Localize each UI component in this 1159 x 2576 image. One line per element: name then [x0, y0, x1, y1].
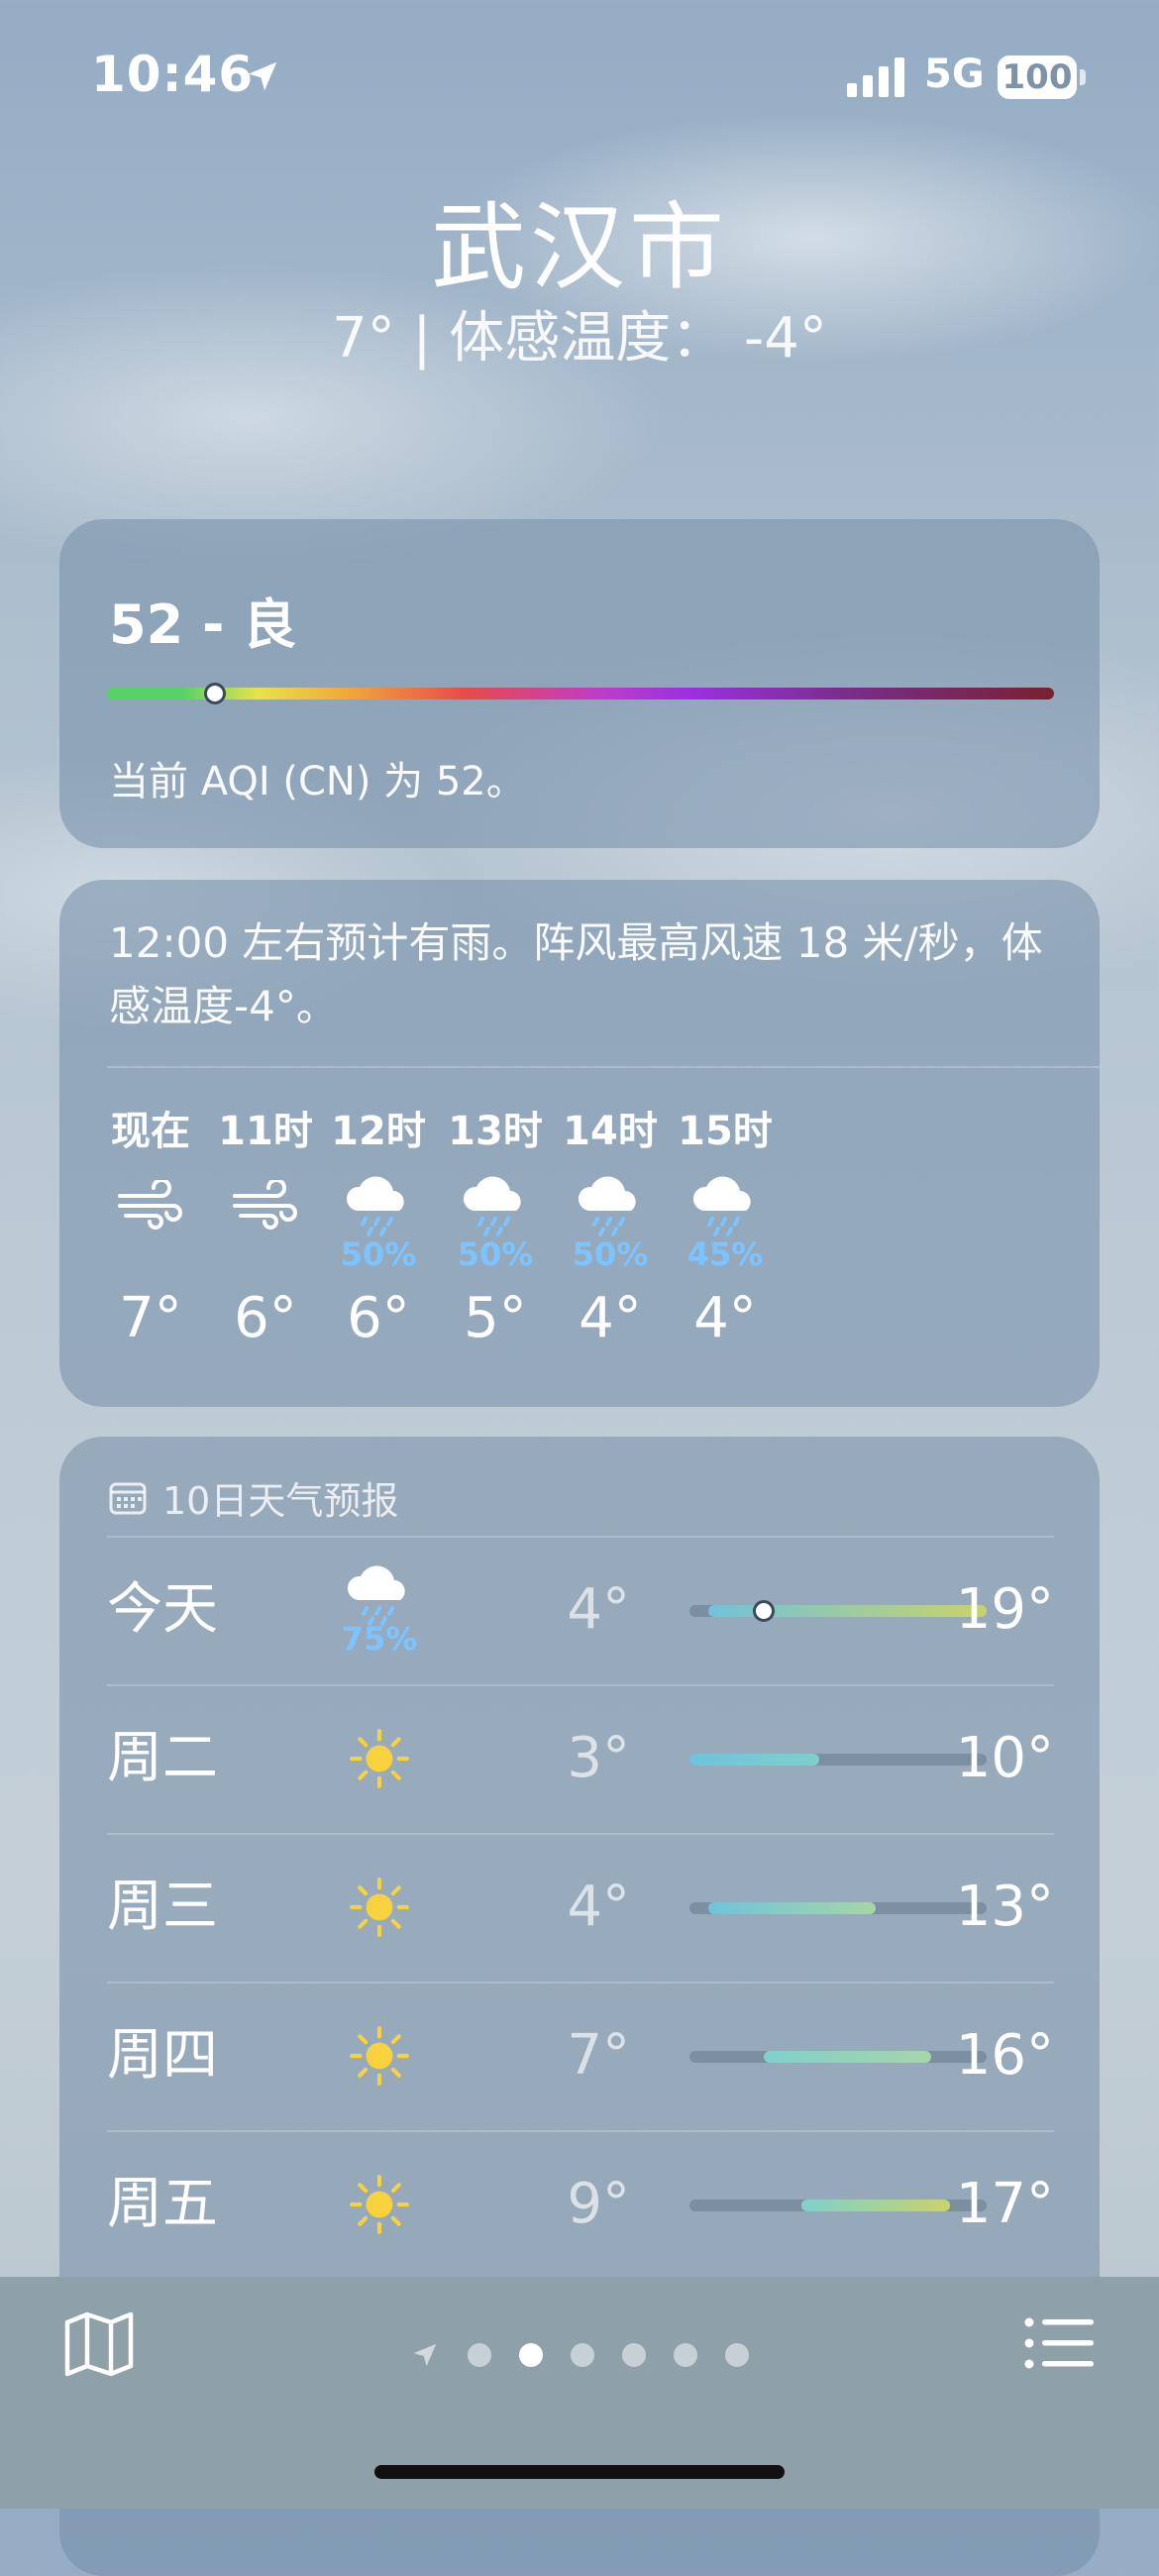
day-name: 周三 — [107, 1875, 218, 1939]
low-temp: 3° — [567, 1726, 630, 1790]
high-temp: 10° — [955, 1726, 1054, 1790]
high-temp: 17° — [955, 2172, 1054, 2236]
page-dot[interactable] — [725, 2343, 749, 2367]
day-icon: 75% — [325, 1536, 434, 1684]
hourly-summary: 12:00 左右预计有雨。阵风最高风速 18 米/秒，体感温度-4°。 — [109, 918, 1043, 1030]
sun-icon — [350, 2175, 409, 2234]
precip-chance: 45% — [686, 1235, 764, 1273]
page-dot[interactable] — [674, 2343, 697, 2367]
cellular-signal-icon — [847, 57, 904, 97]
rain-cloud-icon — [578, 1176, 636, 1236]
sun-icon — [350, 1878, 409, 1937]
day-name: 今天 — [107, 1577, 218, 1642]
current-location-page-icon[interactable] — [410, 2340, 440, 2370]
high-temp: 19° — [955, 1577, 1054, 1642]
page-dot[interactable] — [468, 2343, 491, 2367]
battery-level: 100 — [1001, 57, 1073, 97]
day-row[interactable]: 周四 7° 16° — [107, 1982, 1054, 2130]
network-type: 5G — [924, 52, 985, 97]
day-row[interactable]: 周五 9° 17° — [107, 2130, 1054, 2279]
wind-icon — [233, 1180, 297, 1230]
current-temp-dot — [753, 1600, 775, 1622]
temp-range-fill — [707, 1902, 876, 1914]
low-temp: 7° — [567, 2023, 630, 2088]
high-temp: 13° — [955, 1875, 1054, 1939]
hour-column: 15时 45% 4° — [656, 1102, 794, 1350]
day-icon — [325, 1684, 434, 1833]
page-dot[interactable] — [622, 2343, 646, 2367]
home-indicator[interactable] — [374, 2465, 785, 2479]
temp-range-fill — [800, 2200, 950, 2211]
temp-range-bar — [689, 1600, 988, 1622]
city-name: 武汉市 — [431, 192, 728, 303]
sun-icon — [350, 2026, 409, 2086]
low-temp: 4° — [567, 1875, 630, 1939]
temp-range-bar — [689, 1902, 987, 1914]
page-dot[interactable] — [519, 2343, 543, 2367]
high-temp: 16° — [955, 2023, 1054, 2088]
hour-temp: 4° — [693, 1286, 757, 1350]
day-icon — [325, 1982, 434, 2130]
temp-range-fill — [707, 1605, 988, 1617]
temp-range-fill — [689, 1754, 820, 1766]
aqi-description: 当前 AQI (CN) 为 52。 — [109, 759, 526, 805]
wind-icon — [118, 1180, 182, 1230]
status-bar: 10:46 5G 100 — [0, 0, 1159, 149]
ten-day-title: 10日天气预报 — [162, 1479, 399, 1523]
aqi-indicator — [204, 683, 227, 704]
calendar-icon — [109, 1482, 147, 1514]
temp-range-fill — [764, 2051, 931, 2063]
rain-cloud-icon — [346, 1176, 404, 1236]
day-name: 周五 — [107, 2172, 218, 2236]
battery-icon: 100 — [998, 55, 1077, 99]
page-indicator[interactable] — [0, 2340, 1159, 2370]
page-dot[interactable] — [571, 2343, 594, 2367]
day-row[interactable]: 周三 4° 13° — [107, 1833, 1054, 1982]
temp-range-bar — [689, 2200, 987, 2211]
air-quality-card[interactable]: 52 - 良 当前 AQI (CN) 为 52。 — [59, 519, 1100, 848]
rain-cloud-icon — [692, 1176, 751, 1236]
divider — [107, 1066, 1100, 1068]
day-name: 周四 — [107, 2023, 218, 2088]
aqi-scale-bar — [107, 688, 1054, 699]
ten-day-header: 10日天气预报 — [109, 1470, 398, 1525]
battery-tip — [1080, 69, 1086, 85]
status-time: 10:46 — [91, 46, 255, 103]
rain-cloud-icon — [463, 1176, 521, 1236]
day-name: 周二 — [107, 1726, 218, 1790]
aqi-value: 52 - 良 — [109, 593, 297, 656]
low-temp: 4° — [567, 1577, 630, 1642]
day-row[interactable]: 周二 3° 10° — [107, 1684, 1054, 1833]
day-row[interactable]: 今天 75% 4° 19° — [107, 1536, 1054, 1684]
hour-label: 15时 — [678, 1109, 773, 1154]
temp-range-bar — [689, 1754, 987, 1766]
precip-chance: 75% — [341, 1620, 418, 1658]
day-icon — [325, 2130, 434, 2279]
low-temp: 9° — [567, 2172, 630, 2236]
temp-range-bar — [689, 2051, 987, 2063]
current-temp-summary: 7° | 体感温度： -4° — [332, 306, 827, 371]
rain-cloud-icon — [347, 1565, 405, 1626]
day-icon — [325, 1833, 434, 1982]
hour-icon — [656, 1165, 794, 1244]
sun-icon — [350, 1729, 409, 1788]
location-arrow-icon — [248, 61, 277, 91]
city-list-icon[interactable] — [1024, 2316, 1094, 2370]
hourly-forecast-card[interactable]: 12:00 左右预计有雨。阵风最高风速 18 米/秒，体感温度-4°。 现在 7°… — [59, 880, 1100, 1407]
